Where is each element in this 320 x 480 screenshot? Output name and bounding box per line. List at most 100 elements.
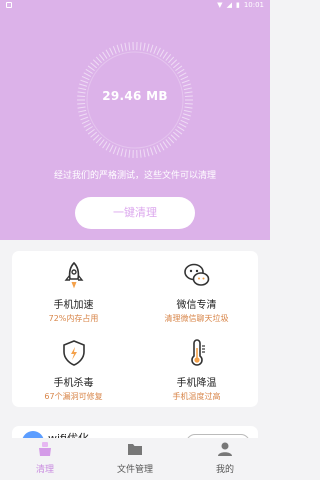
ring-tick [109,144,114,153]
ring-tick [172,131,180,138]
ring-tick [79,113,88,117]
junk-size: 29.46 MB [102,89,168,103]
ring-tick [85,126,93,132]
ring-tick [105,143,111,151]
ring-tick [159,143,165,151]
ring-tick [170,134,178,141]
ring-tick [77,106,86,109]
ring-tick [153,46,158,54]
ring-tick [180,75,189,81]
tool-antivirus[interactable]: 手机杀毒 67个漏洞可修复 [12,329,135,407]
tab-label: 文件管理 [116,465,153,475]
tab-clean[interactable]: 清理 [0,441,90,479]
ring-tick [112,146,117,154]
ring-tick [170,59,178,66]
one-click-clean-button[interactable]: 一键清理 [75,197,195,229]
battery-icon: ▮ [235,1,240,9]
ring-tick [81,75,90,81]
ring-tick [184,106,193,109]
ring-tick [175,65,183,72]
hero-panel: ▼ ◢ ▮ 10:01 29.46 MB 经过我们的严格测试，这些文件可以清理 … [0,0,270,240]
ring-tick [149,44,154,53]
tab-file-manager[interactable]: 文件管理 [90,441,180,479]
tool-title: 手机加速 [53,300,94,311]
tool-subtitle: 72%内存占用 [48,314,99,323]
ring-tick [139,42,142,51]
ring-tick [80,79,89,84]
ring-tick [177,68,185,74]
shield-icon [62,340,85,366]
ring-tick [95,136,102,144]
ring-tick [81,119,90,125]
person-icon [218,442,232,456]
tools-grid: 手机加速 72%内存占用 微信专清 清理微信聊天垃圾 手机杀毒 67个漏洞可修复 [12,251,258,407]
tab-mine[interactable]: 我的 [180,441,270,479]
ring-tick [79,83,88,87]
ring-tick [156,47,161,56]
ring-tick [143,149,146,158]
ring-tick [124,42,127,51]
tool-phone-boost[interactable]: 手机加速 72%内存占用 [12,251,135,329]
ring-tick [168,56,175,64]
ring-tick [182,113,191,117]
ring-tick [109,47,114,56]
ring-tick [102,51,108,59]
tool-title: 微信专清 [176,300,217,311]
ring-tick [177,126,185,132]
ring-tick [128,42,131,51]
ring-tick [159,49,165,57]
ring-tick [120,43,124,52]
bottom-tab-bar: 清理 文件管理 我的 [0,438,270,480]
ring-tick [149,147,154,156]
tool-subtitle: 清理微信聊天垃圾 [164,314,229,323]
signal-icon: ◢ [226,1,232,9]
ring-tick [77,102,86,105]
ring-tick [162,51,168,59]
ring-tick [168,136,175,144]
tested-description: 经过我们的严格测试，这些文件可以清理 [53,171,216,181]
ring-tick [102,141,108,149]
rocket-icon [64,261,83,289]
notification-icon [6,2,12,8]
tool-wechat-clean[interactable]: 微信专清 清理微信聊天垃圾 [135,251,258,329]
status-time: 10:01 [243,1,264,9]
ring-tick [92,134,100,141]
ring-tick [183,109,192,113]
tab-label: 我的 [215,465,234,475]
ring-tick [128,149,131,158]
ring-tick [105,49,111,57]
ring-tick [80,116,89,121]
ring-tick [116,44,121,53]
ring-tick [172,62,180,69]
ring-tick [90,131,98,138]
ring-tick [124,149,127,158]
thermometer-icon [190,339,205,366]
ring-tick [178,72,187,77]
ring-tick [120,148,124,157]
ring-tick [143,42,146,51]
ring-tick [139,149,142,158]
tool-title: 手机降温 [176,378,217,389]
tool-title: 手机杀毒 [53,378,94,389]
wechat-icon [183,263,209,286]
ring-tick [165,139,172,147]
ring-tick [153,146,158,154]
ring-tick [78,109,87,113]
ring-tick [116,147,121,156]
ring-tick [98,53,105,61]
tool-cool-down[interactable]: 手机降温 手机温度过高 [135,329,258,407]
ring-tick [178,123,187,128]
status-bar: ▼ ◢ ▮ 10:01 [0,0,270,12]
ring-tick [181,116,190,121]
ring-tick [83,72,92,77]
ring-tick [165,53,172,61]
ring-tick [181,79,190,84]
wifi-icon: ▼ [217,1,223,9]
ring-tick [90,62,98,69]
ring-tick [146,148,150,157]
tool-subtitle: 67个漏洞可修复 [44,392,103,401]
ring-tick [112,46,117,54]
ring-tick [92,59,100,66]
ring-tick [146,43,150,52]
folder-icon [128,444,142,455]
